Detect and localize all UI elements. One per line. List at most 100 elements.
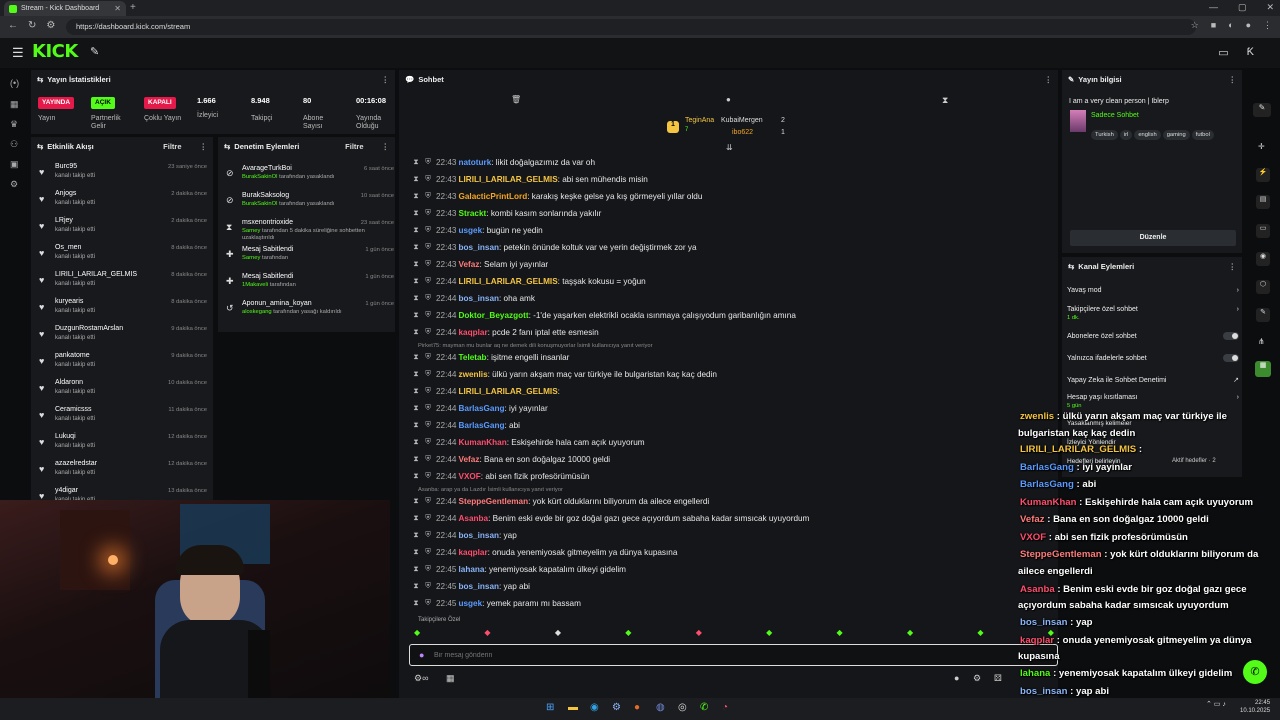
bolt-icon[interactable]: ⚡ bbox=[1256, 168, 1270, 182]
profile-icon[interactable]: ● bbox=[1246, 20, 1251, 31]
emote-icon[interactable]: ◆ bbox=[977, 628, 983, 640]
chat-username[interactable]: GalacticPrintLord bbox=[459, 192, 528, 201]
timeout-icon[interactable]: ⧗ bbox=[412, 327, 420, 337]
chat-username[interactable]: bos_insan bbox=[459, 582, 500, 591]
chat-message[interactable]: ⧗ ⛨ 22:44 kaqplar: pcde 2 fanı iptal ette e… bbox=[412, 325, 598, 339]
moderation-target[interactable]: AvarageTurkBoi bbox=[242, 165, 292, 172]
chat-username[interactable]: Vefaz bbox=[459, 455, 480, 464]
activity-item[interactable]: ♥ azazelredstar kanalı takip etti 12 dakika… bbox=[37, 460, 207, 487]
activity-item[interactable]: ♥ Burc95 kanalı takip etti 23 saniye önce bbox=[37, 163, 207, 190]
chat-username[interactable]: Doktor_Beyazgott bbox=[459, 311, 529, 320]
activity-item[interactable]: ♥ DuzgunRostamArslan kanalı takip etti 9 da… bbox=[37, 325, 207, 352]
chat-username[interactable]: BarlasGang bbox=[459, 421, 505, 430]
maximize-icon[interactable]: ▢ bbox=[1238, 2, 1247, 13]
ban-shield-icon[interactable]: ⛨ bbox=[424, 225, 432, 235]
bookmark-icon[interactable]: ■ bbox=[1211, 20, 1216, 31]
close-tab-icon[interactable]: ✕ bbox=[114, 4, 121, 13]
chat-username[interactable]: usgek bbox=[459, 599, 483, 608]
edit-button[interactable]: Düzenle bbox=[1070, 230, 1236, 246]
chat-message[interactable]: ⧗ ⛨ 22:44 zwenlis: ülkü yarın akşam maç var… bbox=[412, 367, 717, 381]
moderator-name[interactable]: BurakSakinOl bbox=[242, 174, 277, 180]
activity-user[interactable]: kuryearis bbox=[55, 298, 83, 305]
activity-user[interactable]: LIRILI_LARILAR_GELMIS bbox=[55, 271, 137, 278]
account-age-row[interactable]: Hesap yaşı kısıtlaması › bbox=[1067, 394, 1239, 401]
trash-icon[interactable]: 🗑 bbox=[511, 95, 521, 104]
emotes-chat-toggle[interactable] bbox=[1223, 354, 1239, 362]
crosshair-icon[interactable]: ✛ bbox=[1258, 142, 1265, 151]
browser-tab[interactable]: Stream - Kick Dashboard ✕ bbox=[4, 1, 126, 16]
timeout-icon[interactable]: ⧗ bbox=[412, 157, 420, 167]
ban-shield-icon[interactable]: ⛨ bbox=[424, 174, 432, 184]
chat-username[interactable]: Vefaz bbox=[459, 260, 480, 269]
chat-message[interactable]: ⧗ ⛨ 22:44 BarlasGang: iyi yayınlar bbox=[412, 401, 547, 415]
chrome-icon[interactable]: ◔ bbox=[722, 702, 728, 713]
moderation-item[interactable]: ⊘ AvarageTurkBoi BurakSakinOl tarafından y… bbox=[224, 165, 394, 195]
trophy-icon[interactable]: ♛ bbox=[10, 119, 18, 130]
chat-username[interactable]: natoturk bbox=[459, 158, 492, 167]
calendar-icon[interactable]: ▦ bbox=[446, 673, 455, 684]
wrench-icon[interactable]: ✎ bbox=[1256, 308, 1270, 322]
chat-message[interactable]: ⧗ ⛨ 22:44 BarlasGang: abi bbox=[412, 418, 520, 432]
steam-icon[interactable]: ⚙ bbox=[612, 702, 621, 713]
menu-icon[interactable]: ⋮ bbox=[1263, 20, 1272, 31]
whatsapp-taskbar-icon[interactable]: ✆ bbox=[700, 702, 708, 713]
chat-message[interactable]: ⧗ ⛨ 22:45 usgek: yemek paramı mı bassam bbox=[412, 596, 581, 610]
emote-icon[interactable]: ◆ bbox=[555, 628, 561, 640]
ban-shield-icon[interactable]: ⛨ bbox=[424, 259, 432, 269]
activity-item[interactable]: ♥ Anjogs kanalı takip etti 2 dakika önce bbox=[37, 190, 207, 217]
chat-settings-icon[interactable]: ● bbox=[954, 673, 959, 683]
moderator-name[interactable]: aloskegang bbox=[242, 309, 272, 315]
chat-message[interactable]: ⧗ ⛨ 22:44 Doktor_Beyazgott: -1'de yaşarken … bbox=[412, 308, 796, 322]
url-field[interactable]: https://dashboard.kick.com/stream bbox=[66, 19, 1196, 35]
timeout-icon[interactable]: ⧗ bbox=[412, 259, 420, 269]
timeout-icon[interactable]: ⧗ bbox=[412, 598, 420, 608]
moderation-item[interactable]: ⧗ msxenontrioxide Sarney tarafından 5 daki… bbox=[224, 219, 394, 249]
ban-shield-icon[interactable]: ⛨ bbox=[424, 564, 432, 574]
site-info-icon[interactable]: ⚙ bbox=[46, 20, 55, 31]
activity-item[interactable]: ♥ Aldaronn kanalı takip etti 10 dakika önce bbox=[37, 379, 207, 406]
timeout-icon[interactable]: ⧗ bbox=[412, 547, 420, 557]
chat-input-box[interactable]: ● bbox=[409, 644, 1058, 666]
timeout-icon[interactable]: ⧗ bbox=[412, 420, 420, 430]
chat-message[interactable]: ⧗ ⛨ 22:43 usgek: bugün ne yedin bbox=[412, 223, 542, 237]
app-icon[interactable]: ● bbox=[634, 702, 640, 713]
file-explorer-icon[interactable]: ▬ bbox=[568, 702, 578, 713]
chat-username[interactable]: LIRILI_LARILAR_GELMIS bbox=[459, 387, 558, 396]
activity-user[interactable]: DuzgunRostamArslan bbox=[55, 325, 123, 332]
chat-message[interactable]: ⧗ ⛨ 22:45 bos_insan: yap abi bbox=[412, 579, 530, 593]
activity-item[interactable]: ♥ LIRILI_LARILAR_GELMIS kanalı takip etti 8… bbox=[37, 271, 207, 298]
moderation-item[interactable]: ✚ Mesaj Sabitlendi Sarney tarafından 1 gün … bbox=[224, 246, 394, 276]
moderator-name[interactable]: Sarney bbox=[242, 255, 260, 261]
ban-shield-icon[interactable]: ⛨ bbox=[424, 513, 432, 523]
chat-username[interactable]: lahana bbox=[459, 565, 485, 574]
chat-username[interactable]: kaqplar bbox=[459, 548, 488, 557]
emote-icon[interactable]: ◆ bbox=[696, 628, 702, 640]
hourglass-icon[interactable]: ⧗ bbox=[942, 95, 948, 106]
subs-chat-toggle[interactable] bbox=[1223, 332, 1239, 340]
timeout-icon[interactable]: ⧗ bbox=[412, 386, 420, 396]
trash-icon[interactable]: ▤ bbox=[1256, 195, 1270, 209]
clock[interactable]: 22:45 10.10.2025 bbox=[1240, 699, 1270, 715]
top-gifter-1-name[interactable]: TeginAna bbox=[685, 117, 714, 124]
chat-message[interactable]: ⧗ ⛨ 22:44 Teletab: işitme engelli insanlar bbox=[412, 350, 569, 364]
moderation-target[interactable]: Mesaj Sabitlendi bbox=[242, 246, 293, 253]
ban-shield-icon[interactable]: ⛨ bbox=[424, 352, 432, 362]
game-icon[interactable]: ▦ bbox=[1255, 361, 1271, 377]
timeout-icon[interactable]: ⧗ bbox=[412, 403, 420, 413]
ban-shield-icon[interactable]: ⛨ bbox=[424, 293, 432, 303]
ban-shield-icon[interactable]: ⛨ bbox=[424, 403, 432, 413]
moderation-target[interactable]: msxenontrioxide bbox=[242, 219, 293, 226]
activity-item[interactable]: ♥ Ceramicsss kanalı takip etti 11 dakika ön… bbox=[37, 406, 207, 433]
activity-user[interactable]: Anjogs bbox=[55, 190, 76, 197]
timeout-icon[interactable]: ⧗ bbox=[412, 310, 420, 320]
chat-username[interactable]: kaqplar bbox=[459, 328, 488, 337]
timeout-icon[interactable]: ⧗ bbox=[412, 369, 420, 379]
moderation-target[interactable]: BurakSaksolog bbox=[242, 192, 289, 199]
ban-shield-icon[interactable]: ⛨ bbox=[424, 310, 432, 320]
slow-mode-row[interactable]: Yavaş mod › bbox=[1067, 287, 1239, 294]
chat-username[interactable]: Asanba bbox=[459, 514, 489, 523]
timeout-icon[interactable]: ⧗ bbox=[412, 437, 420, 447]
moderator-name[interactable]: Sarney bbox=[242, 228, 260, 234]
activity-user[interactable]: azazelredstar bbox=[55, 460, 97, 467]
active-goals[interactable]: Aktif hedefler · 2 bbox=[1172, 458, 1216, 464]
